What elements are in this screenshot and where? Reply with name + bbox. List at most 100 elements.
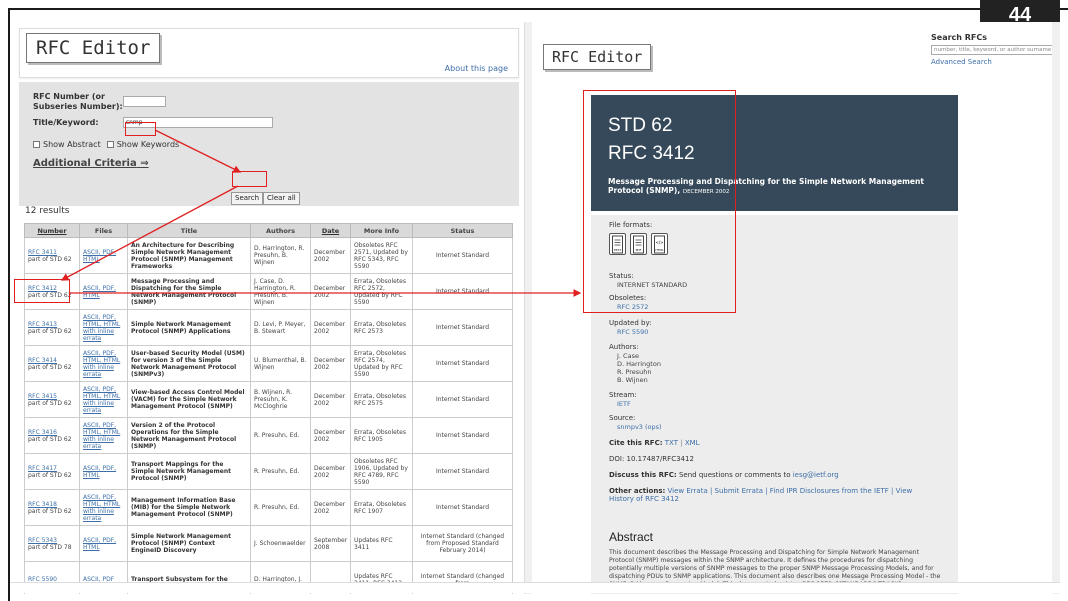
rfc-link[interactable]: RFC 5343 [28, 537, 57, 544]
updated-by-label: Updated by: [609, 319, 652, 327]
show-keywords-checkbox[interactable] [106, 141, 114, 148]
more-info-cell[interactable]: Obsoletes RFC 1906, Updated by RFC 4789,… [350, 453, 413, 490]
right-scrollbar[interactable] [1052, 22, 1060, 594]
doi: DOI: 10.17487/RFC3412 [609, 455, 694, 463]
left-header: RFC Editor About this page [19, 28, 519, 78]
files-cell[interactable]: ASCII, PDF, HTML, HTML with inline errat… [79, 345, 128, 382]
table-row: RFC 3411 part of STD 62 ASCII, PDF, HTML An… [24, 237, 513, 274]
part-of-std[interactable]: part of STD 62 [28, 508, 72, 515]
more-info-cell[interactable]: Errata, Obsoletes RFC 2572, Updated by R… [350, 273, 413, 310]
status-cell: Internet Standard [412, 381, 513, 418]
rfc-editor-logo-right[interactable]: RFC Editor [543, 44, 652, 70]
more-info-cell[interactable]: Updates RFC 3411 [350, 525, 413, 562]
part-of-std[interactable]: part of STD 62 [28, 400, 72, 407]
html-file-icon[interactable]: </> HTML [651, 233, 668, 255]
authors-cell: R. Presuhn, Ed. [250, 417, 311, 454]
rfc-link[interactable]: RFC 3411 [28, 249, 57, 256]
rfc-link[interactable]: RFC 3418 [28, 501, 57, 508]
author: B. Wijnen [617, 376, 648, 384]
status-cell: Internet Standard [412, 273, 513, 310]
source-link[interactable]: snmpv3 (ops) [617, 423, 662, 431]
date-cell: September 2008 [310, 525, 351, 562]
other-actions-row: Other actions: View Errata | Submit Erra… [609, 487, 939, 503]
author: D. Harrington [617, 360, 661, 368]
left-scrollbar[interactable] [524, 22, 532, 594]
title-cell: Simple Network Management Protocol (SNMP… [127, 309, 251, 346]
files-cell[interactable]: ASCII, PDF, HTML, HTML with inline errat… [79, 309, 128, 346]
title-keyword-label: Title/Keyword: [33, 118, 99, 127]
part-of-std[interactable]: part of STD 62 [28, 292, 72, 299]
status-cell: Internet Standard [412, 417, 513, 454]
updated-by-link[interactable]: RFC 5590 [617, 328, 648, 336]
more-info-cell[interactable]: Errata, Obsoletes RFC 2573 [350, 309, 413, 346]
date-cell: December 2002 [310, 273, 351, 310]
more-info-cell[interactable]: Errata, Obsoletes RFC 1905 [350, 417, 413, 454]
rfc-header-banner: STD 62 RFC 3412 Message Processing and D… [591, 95, 958, 211]
rfc-info-panel: File formats: TEXT PDF </> HTML Status: I… [591, 215, 958, 594]
rfc-number: RFC 3412 [608, 143, 695, 164]
rfc-link[interactable]: RFC 3412 [28, 285, 57, 292]
files-cell[interactable]: ASCII, PDF, HTML, HTML with inline errat… [79, 489, 128, 526]
header-authors: Authors [250, 223, 311, 238]
date-cell: December 2002 [310, 237, 351, 274]
table-row: RFC 3412 part of STD 62 ASCII, PDF, HTML Me… [24, 273, 513, 310]
files-cell[interactable]: ASCII, PDF, HTML [79, 237, 128, 274]
pdf-file-icon[interactable]: PDF [630, 233, 647, 255]
rfc-link[interactable]: RFC 3414 [28, 357, 57, 364]
status-cell: Internet Standard [412, 453, 513, 490]
authors-cell: B. Wijnen, R. Presuhn, K. McCloghrie [250, 381, 311, 418]
status-label: Status: [609, 272, 634, 280]
table-row: RFC 3415 part of STD 62 ASCII, PDF, HTML, … [24, 381, 513, 418]
rfc-link[interactable]: RFC 3416 [28, 429, 57, 436]
rfc-number-cell: RFC 3417 part of STD 62 [24, 453, 80, 490]
page-number: 44 [980, 0, 1060, 22]
title-cell: Management Information Base (MIB) for th… [127, 489, 251, 526]
rfc-number-input[interactable] [123, 96, 166, 107]
cite-row: Cite this RFC: TXT | XML [609, 439, 700, 447]
part-of-std[interactable]: part of STD 62 [28, 364, 72, 371]
search-rfcs-input[interactable]: number, title, keyword, or author surnam… [931, 45, 1058, 55]
obsoletes-link[interactable]: RFC 2572 [617, 303, 648, 311]
files-cell[interactable]: ASCII, PDF, HTML, HTML with inline errat… [79, 381, 128, 418]
authors-cell: D. Levi, P. Meyer, B. Stewart [250, 309, 311, 346]
about-link[interactable]: About this page [445, 64, 508, 73]
rfc-editor-logo[interactable]: RFC Editor [26, 33, 161, 63]
results-table: Number Files Title Authors Date More Inf… [24, 223, 513, 594]
additional-criteria-toggle[interactable]: Additional Criteria ⇒ [33, 158, 149, 169]
files-cell[interactable]: ASCII, PDF, HTML [79, 273, 128, 310]
more-info-cell[interactable]: Errata, Obsoletes RFC 1907 [350, 489, 413, 526]
status-cell: Internet Standard [412, 345, 513, 382]
header-number[interactable]: Number [24, 223, 80, 238]
cite-separator: | [680, 439, 683, 447]
discuss-email-link[interactable]: iesg@ietf.org [793, 471, 839, 479]
table-row: RFC 3414 part of STD 62 ASCII, PDF, HTML, … [24, 345, 513, 382]
rfc-number-cell: RFC 3415 part of STD 62 [24, 381, 80, 418]
part-of-std[interactable]: part of STD 78 [28, 544, 72, 551]
txt-file-icon[interactable]: TEXT [609, 233, 626, 255]
rfc-link[interactable]: RFC 3413 [28, 321, 57, 328]
part-of-std[interactable]: part of STD 62 [28, 328, 72, 335]
rfc-link[interactable]: RFC 3415 [28, 393, 57, 400]
cite-xml-link[interactable]: XML [685, 439, 700, 447]
date-cell: December 2002 [310, 309, 351, 346]
more-info-cell[interactable]: Errata, Obsoletes RFC 2574, Updated by R… [350, 345, 413, 382]
files-cell[interactable]: ASCII, PDF, HTML [79, 453, 128, 490]
rfc-link[interactable]: RFC 3417 [28, 465, 57, 472]
part-of-std[interactable]: part of STD 62 [28, 472, 72, 479]
svg-text:TEXT: TEXT [613, 248, 622, 252]
show-abstract-checkbox[interactable] [33, 141, 40, 148]
stream-link[interactable]: IETF [617, 400, 631, 408]
part-of-std[interactable]: part of STD 62 [28, 256, 72, 263]
clear-all-button[interactable]: Clear all [263, 192, 300, 205]
part-of-std[interactable]: part of STD 62 [28, 436, 72, 443]
more-info-cell[interactable]: Errata, Obsoletes RFC 2575 [350, 381, 413, 418]
search-button[interactable]: Search [231, 192, 264, 205]
title-keyword-input[interactable]: snmp [123, 117, 273, 128]
title-cell: Version 2 of the Protocol Operations for… [127, 417, 251, 454]
advanced-search-link[interactable]: Advanced Search [931, 58, 992, 66]
cite-txt-link[interactable]: TXT [665, 439, 678, 447]
files-cell[interactable]: ASCII, PDF, HTML [79, 525, 128, 562]
header-date[interactable]: Date [310, 223, 351, 238]
more-info-cell[interactable]: Obsoletes RFC 2571, Updated by RFC 5343,… [350, 237, 413, 274]
files-cell[interactable]: ASCII, PDF, HTML, HTML with inline errat… [79, 417, 128, 454]
